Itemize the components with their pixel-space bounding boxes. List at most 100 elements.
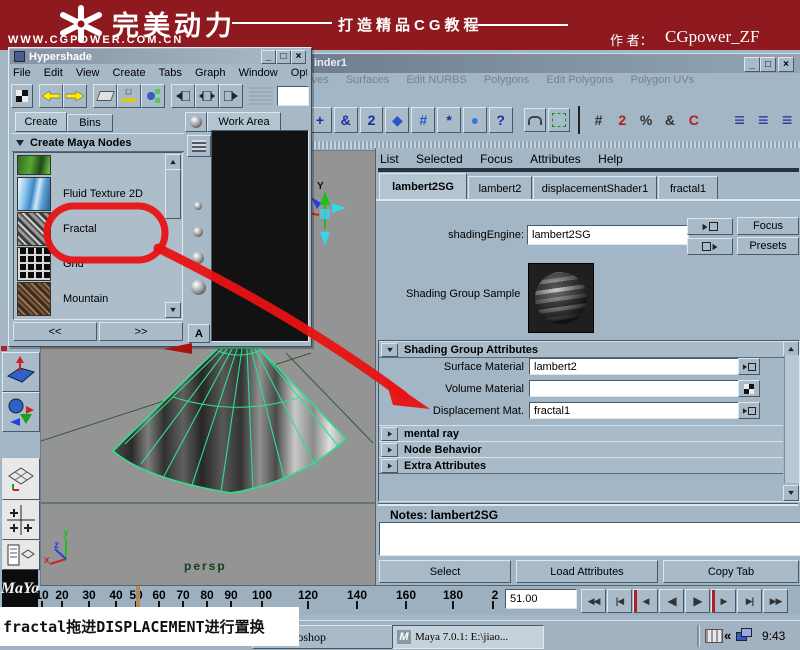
expand-arrow-icon[interactable] bbox=[381, 426, 398, 441]
notes-textarea[interactable] bbox=[379, 522, 800, 556]
connect-input-button[interactable] bbox=[687, 218, 733, 235]
text-toggle-button[interactable]: A bbox=[188, 324, 210, 343]
node-item-fluid-texture-2d[interactable]: Fluid Texture 2D bbox=[17, 177, 143, 211]
displacement-material-field[interactable]: fractal1 bbox=[529, 402, 742, 419]
lock-icon[interactable] bbox=[523, 108, 546, 132]
hs-menu-file[interactable]: File bbox=[13, 67, 31, 79]
swatch-size-icon-1[interactable] bbox=[189, 198, 207, 214]
ae-menu-attributes[interactable]: Attributes bbox=[530, 152, 581, 166]
channel-list-icon-1[interactable]: ≡ bbox=[729, 108, 751, 132]
ae-menu-list[interactable]: List bbox=[380, 152, 399, 166]
node-item-grid[interactable]: Grid bbox=[17, 247, 84, 281]
create-maya-nodes-header[interactable]: Create Maya Nodes bbox=[12, 133, 184, 152]
cube-tool-icon[interactable]: ◆ bbox=[385, 107, 410, 133]
load-attributes-button[interactable]: Load Attributes bbox=[516, 560, 658, 583]
input-connections-icon[interactable] bbox=[171, 84, 196, 108]
surface-material-connect-button[interactable] bbox=[738, 358, 760, 375]
hs-menu-options[interactable]: Opti bbox=[291, 67, 307, 79]
lattice-tool-icon[interactable]: # bbox=[411, 107, 436, 133]
menu-surfaces[interactable]: Surfaces bbox=[346, 74, 389, 86]
surface-material-field[interactable]: lambert2 bbox=[529, 358, 742, 375]
ae-menu-help[interactable]: Help bbox=[598, 152, 623, 166]
marquee-select-icon[interactable] bbox=[547, 108, 570, 132]
break-link-icon[interactable]: & bbox=[659, 108, 681, 132]
copy-tab-button[interactable]: Copy Tab bbox=[663, 560, 799, 583]
layout-single-pane-button[interactable] bbox=[2, 458, 40, 500]
hs-menu-create[interactable]: Create bbox=[113, 67, 146, 79]
help-tool-icon[interactable]: ? bbox=[488, 107, 513, 133]
magnet-icon[interactable]: C bbox=[683, 108, 705, 132]
both-connections-icon[interactable] bbox=[195, 84, 220, 108]
tab-fractal1[interactable]: fractal1 bbox=[658, 176, 718, 201]
ae-scroll-down-button[interactable] bbox=[783, 485, 799, 501]
shading-group-sample-swatch[interactable] bbox=[528, 263, 594, 333]
tab-lambert2sg[interactable]: lambert2SG bbox=[379, 173, 467, 201]
channel-list-icon-3[interactable]: ≡ bbox=[776, 108, 798, 132]
node-item-mountain[interactable]: Mountain bbox=[17, 282, 108, 316]
section-shading-group-attributes[interactable]: Shading Group Attributes bbox=[379, 341, 799, 358]
rearrange-graph-icon[interactable] bbox=[117, 84, 142, 108]
taskbar-maya-button[interactable]: M Maya 7.0.1: E:\jiao... bbox=[392, 625, 544, 649]
minimize-button[interactable]: _ bbox=[261, 49, 276, 64]
volume-material-map-button[interactable] bbox=[738, 380, 760, 397]
step-back-button[interactable]: ◀ bbox=[633, 589, 658, 613]
go-to-end-button[interactable]: ▶▶ bbox=[763, 589, 788, 613]
prev-key-button[interactable]: |◀ bbox=[607, 589, 632, 613]
tab-bins[interactable]: Bins bbox=[67, 114, 113, 132]
sphere-tool-icon[interactable]: ● bbox=[462, 107, 487, 133]
step-forward-button[interactable]: ▶ bbox=[711, 589, 736, 613]
maximize-button[interactable]: □ bbox=[276, 49, 291, 64]
hs-menu-edit[interactable]: Edit bbox=[44, 67, 63, 79]
link-dot-icon[interactable]: % bbox=[635, 108, 657, 132]
network-tray-icon[interactable] bbox=[736, 628, 752, 642]
displacement-material-connect-button[interactable] bbox=[738, 402, 760, 419]
go-to-start-button[interactable]: ◀◀ bbox=[581, 589, 606, 613]
star-tool-icon[interactable]: * bbox=[437, 107, 461, 133]
shading-engine-field[interactable]: lambert2SG bbox=[527, 225, 689, 245]
menu-edit-polygons[interactable]: Edit Polygons bbox=[546, 74, 613, 86]
menu-edit-nurbs[interactable]: Edit NURBS bbox=[406, 74, 467, 86]
main-window-titlebar[interactable]: inder1 _ □ × bbox=[300, 53, 800, 73]
play-backwards-button[interactable]: ◀ bbox=[659, 589, 684, 613]
spline-tool-icon[interactable]: 2 bbox=[359, 107, 384, 133]
checker-swatch-icon[interactable] bbox=[11, 84, 34, 108]
select-button[interactable]: Select bbox=[379, 560, 511, 583]
collapse-arrow-icon[interactable] bbox=[381, 342, 398, 357]
curve-tool-icon[interactable]: & bbox=[333, 107, 358, 133]
hypershade-filter-field[interactable] bbox=[277, 86, 309, 106]
output-connections-icon[interactable] bbox=[219, 84, 244, 108]
show-manip-tool-button[interactable] bbox=[2, 392, 40, 432]
section-node-behavior[interactable]: Node Behavior bbox=[379, 441, 783, 458]
hs-menu-tabs[interactable]: Tabs bbox=[159, 67, 182, 79]
list-scroll-down-button[interactable] bbox=[165, 302, 181, 318]
expand-arrow-icon[interactable] bbox=[381, 442, 398, 457]
manip-tool-button[interactable] bbox=[2, 352, 40, 392]
swatch-size-icon-3[interactable] bbox=[189, 250, 207, 266]
forward-arrow-icon[interactable] bbox=[63, 84, 88, 108]
current-time-field[interactable]: 51.00 bbox=[505, 589, 577, 609]
section-extra-attributes[interactable]: Extra Attributes bbox=[379, 457, 783, 474]
minimize-button[interactable]: _ bbox=[744, 57, 760, 72]
grid-link-icon[interactable]: # bbox=[588, 108, 610, 132]
graph-materials-icon[interactable] bbox=[141, 84, 166, 108]
work-area-panel[interactable] bbox=[211, 130, 309, 342]
sphere-toggle-button[interactable] bbox=[185, 112, 207, 132]
tab-work-area[interactable]: Work Area bbox=[207, 112, 281, 132]
section-mental-ray[interactable]: mental ray bbox=[379, 425, 783, 442]
hs-menu-view[interactable]: View bbox=[76, 67, 100, 79]
ae-menu-selected[interactable]: Selected bbox=[416, 152, 463, 166]
list-scroll-up-button[interactable] bbox=[165, 154, 181, 170]
keyboard-tray-icon[interactable] bbox=[705, 629, 723, 643]
hypershade-titlebar[interactable]: Hypershade _ □ × bbox=[10, 49, 308, 64]
ae-menu-focus[interactable]: Focus bbox=[480, 152, 513, 166]
move-manipulator[interactable] bbox=[308, 191, 346, 246]
play-forwards-button[interactable]: ▶ bbox=[685, 589, 710, 613]
tray-collapse-icon[interactable]: « bbox=[724, 628, 731, 643]
presets-button[interactable]: Presets bbox=[737, 237, 799, 255]
restore-button[interactable]: □ bbox=[760, 57, 776, 72]
menu-polygon-uvs[interactable]: Polygon UVs bbox=[631, 74, 695, 86]
close-button[interactable]: × bbox=[778, 57, 794, 72]
volume-material-field[interactable] bbox=[529, 380, 742, 397]
nav-prev-button[interactable]: << bbox=[13, 322, 97, 341]
node-item-fractal[interactable]: Fractal bbox=[17, 212, 97, 246]
